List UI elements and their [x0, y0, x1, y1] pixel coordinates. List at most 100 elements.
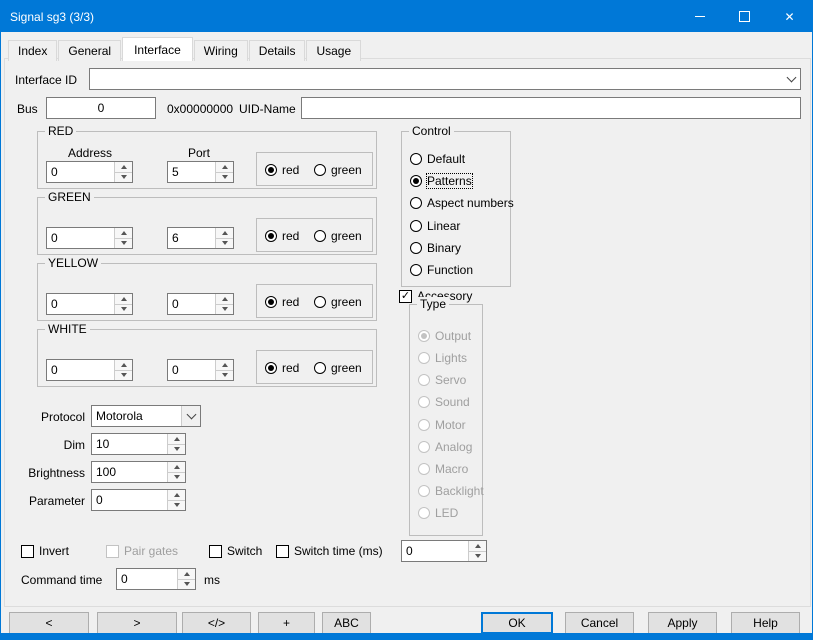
dim-spinner[interactable]: 10 — [91, 433, 186, 455]
cancel-button[interactable]: Cancel — [565, 612, 634, 634]
apply-button[interactable]: Apply — [648, 612, 717, 634]
spin-up-icon[interactable] — [115, 360, 132, 371]
window-bottom-border — [1, 633, 812, 639]
radio-label: Default — [427, 152, 465, 166]
checkbox-label: Pair gates — [124, 544, 178, 558]
spin-up-icon[interactable] — [216, 162, 233, 173]
radio-green[interactable]: green — [314, 295, 362, 309]
radio-circle — [418, 507, 430, 519]
radio-red[interactable]: red — [265, 361, 299, 375]
spin-down-icon[interactable] — [216, 173, 233, 183]
checkbox-box — [209, 545, 222, 558]
bus-label: Bus — [17, 102, 38, 116]
spin-down-icon[interactable] — [115, 371, 132, 381]
red-port-spinner[interactable]: 5 — [167, 161, 234, 183]
spin-down-icon[interactable] — [168, 501, 185, 511]
spin-down-icon[interactable] — [115, 173, 132, 183]
white-address-spinner[interactable]: 0 — [46, 359, 133, 381]
command-time-spinner[interactable]: 0 — [116, 568, 196, 590]
spin-up-icon[interactable] — [115, 294, 132, 305]
nav-next-button[interactable]: > — [97, 612, 177, 634]
minimize-icon — [695, 16, 705, 17]
yellow-port-spinner[interactable]: 0 — [167, 293, 234, 315]
control-radio-default[interactable]: Default — [410, 152, 465, 166]
address-header: Address — [68, 146, 112, 160]
spin-up-icon[interactable] — [178, 569, 195, 580]
spin-down-icon[interactable] — [216, 371, 233, 381]
add-button[interactable]: + — [258, 612, 315, 634]
type-radio-led: LED — [418, 506, 458, 520]
radio-red[interactable]: red — [265, 295, 299, 309]
radio-label: green — [331, 361, 362, 375]
green-port-spinner[interactable]: 6 — [167, 227, 234, 249]
close-button[interactable]: ✕ — [767, 1, 812, 32]
spin-buttons — [215, 162, 233, 182]
spin-up-icon[interactable] — [168, 462, 185, 473]
spin-up-icon[interactable] — [115, 162, 132, 173]
spin-up-icon[interactable] — [216, 228, 233, 239]
radio-label: Binary — [427, 241, 461, 255]
maximize-button[interactable] — [722, 1, 767, 32]
spin-down-icon[interactable] — [168, 445, 185, 455]
spin-up-icon[interactable] — [216, 360, 233, 371]
spin-up-icon[interactable] — [216, 294, 233, 305]
spin-buttons — [468, 541, 486, 561]
control-radio-binary[interactable]: Binary — [410, 241, 461, 255]
help-button[interactable]: Help — [731, 612, 800, 634]
tab-general[interactable]: General — [58, 40, 121, 61]
switch-time-spinner[interactable]: 0 — [401, 540, 487, 562]
radio-green[interactable]: green — [314, 229, 362, 243]
brightness-spinner[interactable]: 100 — [91, 461, 186, 483]
radio-green[interactable]: green — [314, 361, 362, 375]
protocol-select[interactable]: Motorola — [91, 405, 201, 427]
abc-button[interactable]: ABC — [322, 612, 371, 634]
tab-interface[interactable]: Interface — [122, 37, 193, 61]
spin-buttons — [114, 294, 132, 314]
switch-checkbox[interactable]: Switch — [209, 544, 262, 558]
white-port-spinner[interactable]: 0 — [167, 359, 234, 381]
spin-down-icon[interactable] — [115, 239, 132, 249]
spin-down-icon[interactable] — [469, 552, 486, 562]
green-address-spinner[interactable]: 0 — [46, 227, 133, 249]
yellow-address-spinner[interactable]: 0 — [46, 293, 133, 315]
code-view-button[interactable]: </> — [182, 612, 251, 634]
spin-up-icon[interactable] — [115, 228, 132, 239]
interface-id-combobox[interactable] — [89, 68, 801, 90]
red-address-spinner[interactable]: 0 — [46, 161, 133, 183]
radio-red[interactable]: red — [265, 229, 299, 243]
spin-down-icon[interactable] — [216, 305, 233, 315]
control-radio-linear[interactable]: Linear — [410, 219, 460, 233]
nav-prev-button[interactable]: < — [9, 612, 89, 634]
parameter-spinner[interactable]: 0 — [91, 489, 186, 511]
spin-down-icon[interactable] — [178, 580, 195, 590]
radio-red[interactable]: red — [265, 163, 299, 177]
switch-time-checkbox[interactable]: Switch time (ms) — [276, 544, 383, 558]
spin-buttons — [177, 569, 195, 589]
tab-index[interactable]: Index — [8, 40, 57, 61]
spin-up-icon[interactable] — [168, 490, 185, 501]
checkbox-label: Switch — [227, 544, 262, 558]
spin-up-icon[interactable] — [469, 541, 486, 552]
spin-down-icon[interactable] — [216, 239, 233, 249]
radio-label: Aspect numbers — [427, 196, 514, 210]
spinner-value: 10 — [92, 434, 167, 454]
protocol-label: Protocol — [1, 410, 85, 424]
tab-usage[interactable]: Usage — [306, 40, 361, 61]
control-radio-patterns[interactable]: Patterns — [410, 174, 472, 188]
tab-wiring[interactable]: Wiring — [194, 40, 248, 61]
control-radio-function[interactable]: Function — [410, 263, 473, 277]
invert-checkbox[interactable]: Invert — [21, 544, 69, 558]
spin-down-icon[interactable] — [115, 305, 132, 315]
bus-input[interactable]: 0 — [46, 97, 156, 119]
type-radio-macro: Macro — [418, 462, 468, 476]
uid-name-input[interactable] — [301, 97, 801, 119]
control-radio-aspect-numbers[interactable]: Aspect numbers — [410, 196, 514, 210]
close-icon: ✕ — [784, 10, 794, 24]
ok-button[interactable]: OK — [481, 612, 553, 634]
spin-down-icon[interactable] — [168, 473, 185, 483]
spin-up-icon[interactable] — [168, 434, 185, 445]
radio-green[interactable]: green — [314, 163, 362, 177]
radio-label: Sound — [435, 395, 470, 409]
minimize-button[interactable] — [677, 1, 722, 32]
tab-details[interactable]: Details — [249, 40, 306, 61]
